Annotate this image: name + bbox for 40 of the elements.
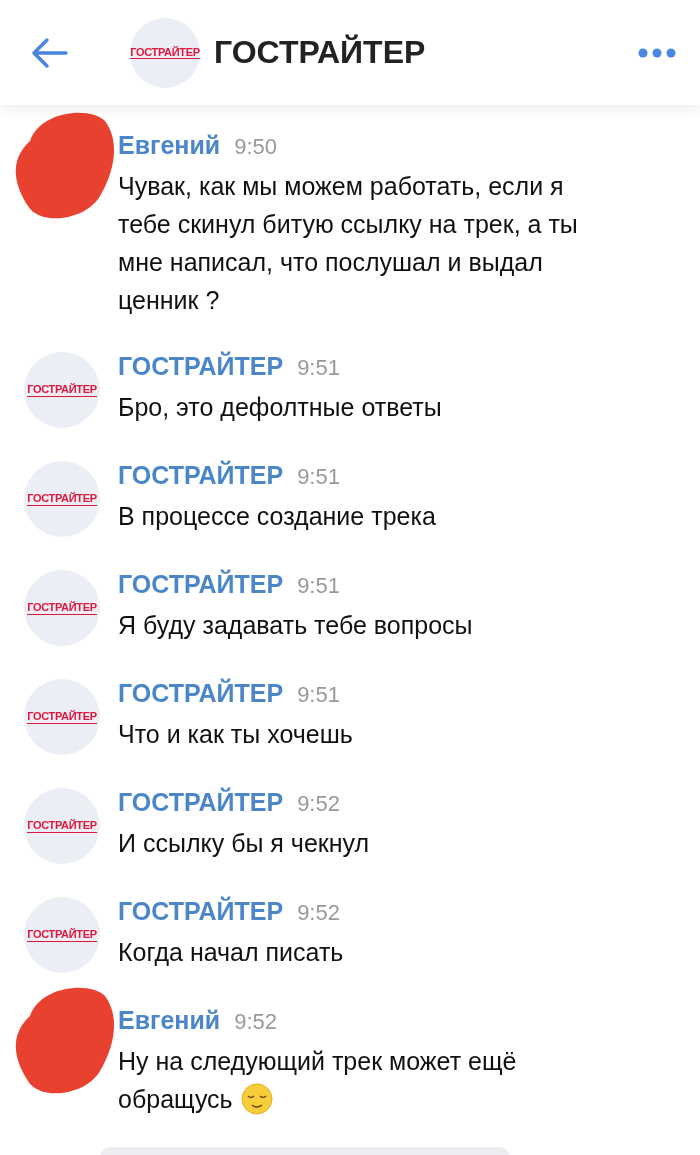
logo-avatar: ГОСТРАЙТЕР [24, 461, 100, 537]
message-text: Что и как ты хочешь [118, 719, 353, 750]
message-text: обращусь [118, 1084, 233, 1115]
back-button[interactable] [30, 36, 70, 69]
author-name[interactable]: ГОСТРАЙТЕР [118, 570, 284, 599]
message-time: 9:52 [297, 900, 340, 926]
message-time: 9:51 [297, 682, 340, 708]
message-text: Когда начал писать [118, 937, 344, 968]
message-text: ценник ? [118, 285, 220, 316]
logo-avatar: ГОСТРАЙТЕР [24, 352, 100, 428]
author-name[interactable]: ГОСТРАЙТЕР [118, 897, 284, 926]
more-icon [638, 47, 676, 58]
message-text: В процессе создание трека [118, 501, 436, 532]
author-name[interactable]: ГОСТРАЙТЕР [118, 679, 284, 708]
message-time: 9:51 [297, 355, 340, 381]
message-text: И ссылку бы я чекнул [118, 828, 370, 859]
logo-avatar: ГОСТРАЙТЕР [24, 788, 100, 864]
author-name[interactable]: Евгений [118, 131, 221, 160]
message-time: 9:52 [234, 1009, 278, 1035]
logo-avatar: ГОСТРАЙТЕР [24, 570, 100, 646]
message-text: тебе скинул битую ссылку на трек, а ты [118, 209, 578, 240]
message-time: 9:51 [297, 573, 340, 599]
message-text: Бро, это дефолтные ответы [118, 392, 442, 423]
chat-title: ГОСТРАЙТЕР [214, 34, 427, 71]
more-button[interactable] [638, 47, 676, 58]
message-text: Я буду задавать тебе вопросы [118, 610, 473, 641]
message-text: Чувак, как мы можем работать, если я [118, 171, 564, 202]
logo-avatar: ГОСТРАЙТЕР [24, 679, 100, 755]
author-name[interactable]: ГОСТРАЙТЕР [118, 788, 284, 817]
message-time: 9:52 [297, 791, 340, 817]
author-name[interactable]: ГОСТРАЙТЕР [118, 352, 284, 381]
back-arrow-icon [30, 36, 70, 69]
author-name[interactable]: ГОСТРАЙТЕР [118, 461, 284, 490]
message-time: 9:51 [297, 464, 340, 490]
message-text: Ну на следующий трек может ещё [118, 1046, 517, 1077]
logo-avatar: ГОСТРАЙТЕР [130, 17, 200, 88]
message-time: 9:50 [234, 134, 278, 160]
message-text: мне написал, что послушал и выдал [118, 247, 543, 278]
author-name[interactable]: Евгений [118, 1006, 221, 1035]
logo-avatar: ГОСТРАЙТЕР [24, 897, 100, 973]
